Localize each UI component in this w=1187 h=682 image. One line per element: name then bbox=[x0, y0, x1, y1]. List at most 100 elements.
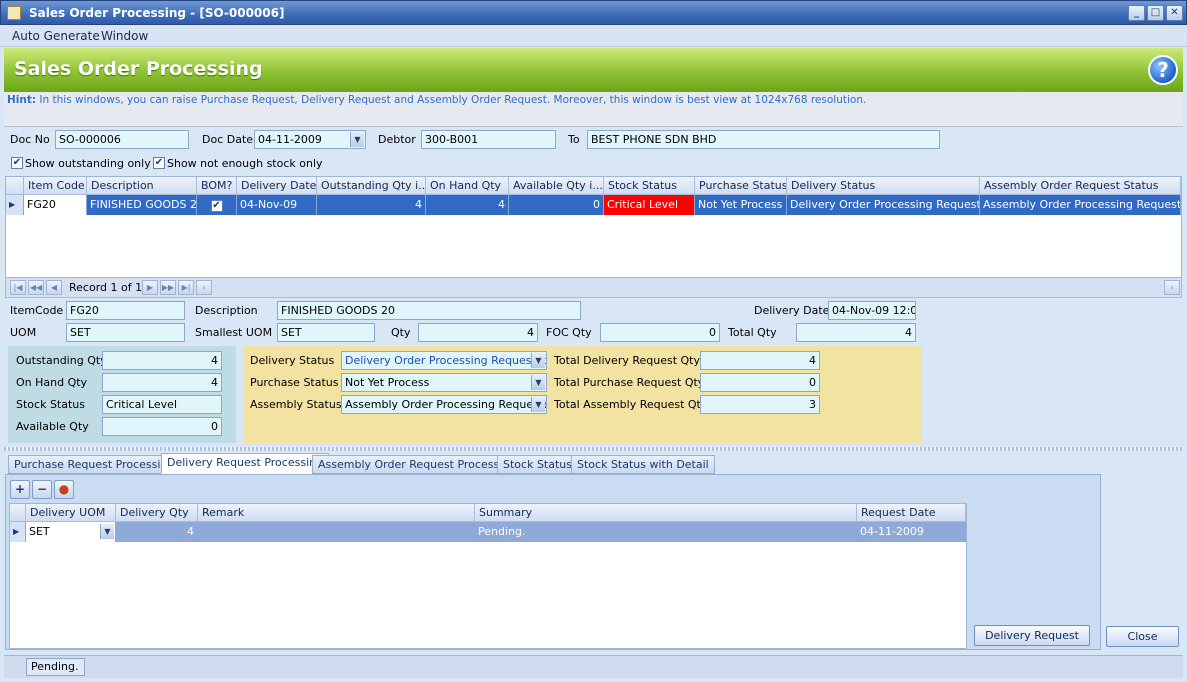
total-purchase-request-field[interactable]: 0 bbox=[700, 373, 820, 392]
uom-field[interactable]: SET bbox=[66, 323, 185, 342]
last-record-button[interactable]: ▶| bbox=[178, 280, 194, 295]
stock-status-field[interactable]: Critical Level bbox=[102, 395, 222, 414]
outstanding-qty-field[interactable]: 4 bbox=[102, 351, 222, 370]
total-qty-field[interactable]: 4 bbox=[796, 323, 916, 342]
assembly-status-value: Assembly Order Processing Requested bbox=[345, 398, 547, 411]
total-delivery-request-field[interactable]: 4 bbox=[700, 351, 820, 370]
cell-outstanding-qty[interactable]: 4 bbox=[317, 195, 426, 215]
cell-on-hand-qty[interactable]: 4 bbox=[426, 195, 509, 215]
cell-description[interactable]: FINISHED GOODS 20 bbox=[87, 195, 197, 215]
outstanding-qty-label: Outstanding Qty bbox=[16, 354, 107, 367]
col-remark[interactable]: Remark bbox=[198, 504, 475, 522]
window-title: Sales Order Processing - [SO-000006] bbox=[29, 6, 285, 20]
menu-bar: Auto Generate Window bbox=[0, 25, 1187, 47]
cell-assembly-status[interactable]: Assembly Order Processing Requested bbox=[980, 195, 1181, 215]
tab-stock-status-detail[interactable]: Stock Status with Detail bbox=[571, 455, 715, 474]
minimize-button[interactable]: _ bbox=[1128, 5, 1145, 21]
chevron-down-icon[interactable]: ▼ bbox=[350, 132, 364, 147]
foc-qty-field[interactable]: 0 bbox=[600, 323, 720, 342]
show-outstanding-label: Show outstanding only bbox=[25, 157, 151, 170]
prev-page-button[interactable]: ◀◀ bbox=[28, 280, 44, 295]
help-icon[interactable]: ? bbox=[1148, 55, 1178, 85]
cell-item-code[interactable]: FG20 bbox=[24, 195, 87, 215]
col-stock-status[interactable]: Stock Status bbox=[604, 177, 695, 195]
cell-request-date[interactable]: 04-11-2009 bbox=[857, 522, 966, 542]
grid-row-header bbox=[10, 504, 26, 522]
tab-stock-status[interactable]: Stock Status bbox=[497, 455, 578, 474]
splitter[interactable] bbox=[4, 447, 1183, 451]
col-purchase-status[interactable]: Purchase Status bbox=[695, 177, 787, 195]
cell-bom[interactable]: ✔ bbox=[197, 195, 237, 215]
assembly-status-select[interactable]: Assembly Order Processing Requested ▼ bbox=[341, 395, 547, 414]
menu-window[interactable]: Window bbox=[101, 29, 148, 43]
row-selector[interactable]: ▶ bbox=[6, 195, 24, 215]
menu-auto-generate[interactable]: Auto Generate bbox=[12, 29, 100, 43]
chevron-down-icon[interactable]: ▼ bbox=[531, 353, 545, 368]
smallest-uom-field[interactable]: SET bbox=[277, 323, 375, 342]
chevron-down-icon[interactable]: ▼ bbox=[531, 375, 545, 390]
maximize-button[interactable]: □ bbox=[1147, 5, 1164, 21]
tab-delivery-request[interactable]: Delivery Request Processing bbox=[161, 453, 330, 474]
prev-record-button[interactable]: ◀ bbox=[46, 280, 62, 295]
item-code-field[interactable]: FG20 bbox=[66, 301, 185, 320]
next-record-button[interactable]: ▶ bbox=[142, 280, 158, 295]
delivery-status-select[interactable]: Delivery Order Processing Requested ▼ bbox=[341, 351, 547, 370]
next-page-button[interactable]: ▶▶ bbox=[160, 280, 176, 295]
on-hand-qty-label: On Hand Qty bbox=[16, 376, 88, 389]
available-qty-field[interactable]: 0 bbox=[102, 417, 222, 436]
cell-delivery-qty[interactable]: 4 bbox=[116, 522, 198, 542]
col-available-qty[interactable]: Available Qty i... bbox=[509, 177, 604, 195]
col-on-hand-qty[interactable]: On Hand Qty bbox=[426, 177, 509, 195]
show-not-enough-checkbox[interactable]: ✔ bbox=[153, 157, 165, 169]
col-outstanding-qty[interactable]: Outstanding Qty i... bbox=[317, 177, 426, 195]
cell-stock-status[interactable]: Critical Level bbox=[604, 195, 695, 215]
scroll-right-button[interactable]: › bbox=[1164, 280, 1180, 295]
doc-date-field[interactable]: 04-11-2009 ▼ bbox=[254, 130, 366, 149]
bom-checkbox[interactable]: ✔ bbox=[210, 200, 223, 212]
row-selector[interactable]: ▶ bbox=[10, 522, 26, 542]
tab-purchase-request[interactable]: Purchase Request Processing bbox=[8, 455, 181, 474]
show-outstanding-checkbox[interactable]: ✔ bbox=[11, 157, 23, 169]
add-row-button[interactable]: + bbox=[10, 480, 30, 499]
cell-delivery-uom[interactable]: SET ▼ bbox=[26, 522, 116, 542]
to-field[interactable]: BEST PHONE SDN BHD bbox=[587, 130, 940, 149]
col-delivery-qty[interactable]: Delivery Qty bbox=[116, 504, 198, 522]
refresh-icon[interactable]: ● bbox=[54, 480, 74, 499]
col-assembly-status[interactable]: Assembly Order Request Status bbox=[980, 177, 1181, 195]
col-item-code[interactable]: Item Code bbox=[24, 177, 87, 195]
delivery-request-grid: Delivery UOM Delivery Qty Remark Summary… bbox=[9, 503, 967, 649]
cell-purchase-status[interactable]: Not Yet Process bbox=[695, 195, 787, 215]
total-assembly-request-field[interactable]: 3 bbox=[700, 395, 820, 414]
record-navigator: |◀ ◀◀ ◀ Record 1 of 1 ▶ ▶▶ ▶| ‹ › bbox=[5, 278, 1182, 298]
doc-no-field[interactable]: SO-000006 bbox=[55, 130, 189, 149]
col-summary[interactable]: Summary bbox=[475, 504, 857, 522]
col-delivery-date[interactable]: Delivery Date bbox=[237, 177, 317, 195]
close-window-button[interactable]: ✕ bbox=[1166, 5, 1183, 21]
cell-remark[interactable] bbox=[198, 522, 475, 542]
col-description[interactable]: Description bbox=[87, 177, 197, 195]
col-bom[interactable]: BOM? bbox=[197, 177, 237, 195]
on-hand-qty-field[interactable]: 4 bbox=[102, 373, 222, 392]
doc-no-label: Doc No bbox=[10, 133, 50, 146]
close-button[interactable]: Close bbox=[1106, 626, 1179, 647]
description-field[interactable]: FINISHED GOODS 20 bbox=[277, 301, 581, 320]
chevron-down-icon[interactable]: ▼ bbox=[531, 397, 545, 412]
delivery-request-button[interactable]: Delivery Request bbox=[974, 625, 1090, 646]
col-delivery-uom[interactable]: Delivery UOM bbox=[26, 504, 116, 522]
col-delivery-status[interactable]: Delivery Status bbox=[787, 177, 980, 195]
col-request-date[interactable]: Request Date bbox=[857, 504, 966, 522]
chevron-down-icon[interactable]: ▼ bbox=[100, 524, 114, 539]
purchase-status-select[interactable]: Not Yet Process ▼ bbox=[341, 373, 547, 392]
available-qty-label: Available Qty bbox=[16, 420, 89, 433]
first-record-button[interactable]: |◀ bbox=[10, 280, 26, 295]
delivery-date-field[interactable]: 04-Nov-09 12:00 bbox=[828, 301, 916, 320]
cell-delivery-status[interactable]: Delivery Order Processing Requested bbox=[787, 195, 980, 215]
qty-field[interactable]: 4 bbox=[418, 323, 538, 342]
scroll-left-button[interactable]: ‹ bbox=[196, 280, 212, 295]
cell-available-qty[interactable]: 0 bbox=[509, 195, 604, 215]
cell-delivery-date[interactable]: 04-Nov-09 bbox=[237, 195, 317, 215]
debtor-field[interactable]: 300-B001 bbox=[421, 130, 556, 149]
cell-summary[interactable]: Pending. bbox=[475, 522, 857, 542]
tab-assembly-order-request[interactable]: Assembly Order Request Processing bbox=[312, 455, 523, 474]
remove-row-button[interactable]: − bbox=[32, 480, 52, 499]
